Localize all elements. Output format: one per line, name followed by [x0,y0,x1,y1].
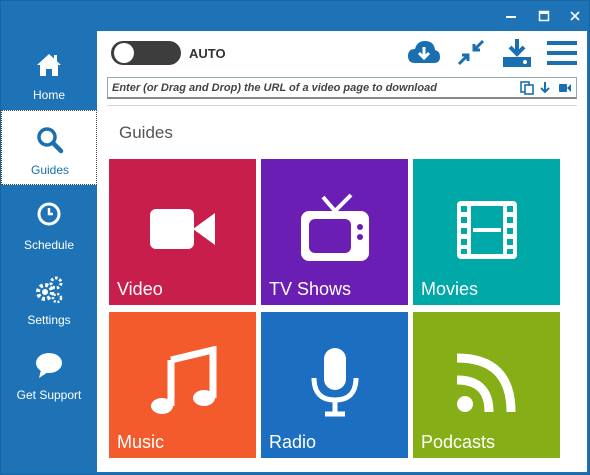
tile-label: Movies [421,279,479,299]
sidebar-item-home[interactable]: Home [1,36,97,111]
minimize-icon [506,16,516,18]
download-tray-icon[interactable] [500,37,534,69]
sidebar-item-schedule[interactable]: Schedule [1,186,97,261]
minimize-button[interactable] [501,7,521,25]
cloud-download-icon[interactable] [407,37,441,69]
page-title: Guides [119,123,173,142]
maximize-icon [538,10,550,22]
paste-icon[interactable] [520,81,534,95]
video-camera-icon [150,209,215,249]
film-icon [457,201,517,259]
sidebar-item-label: Home [32,88,65,102]
divider [107,105,577,106]
app-window: Home Guides Schedule Settings Get Suppor… [0,0,590,475]
tile-radio[interactable]: Radio [261,312,408,458]
sidebar-item-label: Get Support [16,388,82,402]
sidebar-item-guides[interactable]: Guides [1,110,97,185]
maximize-button[interactable] [534,7,554,25]
video-camera-icon[interactable] [558,81,572,95]
collapse-icon[interactable] [454,37,488,69]
sidebar-item-label: Schedule [23,238,75,252]
title-bar [1,1,590,31]
chat-bubble-icon [36,353,62,378]
close-icon [570,11,580,21]
download-arrow-icon[interactable] [538,81,552,95]
tile-label: Podcasts [421,432,496,452]
rss-icon [456,353,516,413]
tile-label: Music [117,432,165,452]
sidebar-item-settings[interactable]: Settings [1,261,97,336]
tile-video[interactable]: Video [109,159,256,305]
menu-icon[interactable] [545,37,579,69]
tile-label: Radio [269,432,317,452]
tile-music[interactable]: Music [109,312,256,458]
tile-label: Video [117,279,163,299]
gears-icon [36,276,63,304]
tile-label: TV Shows [269,279,352,299]
auto-label: AUTO [189,46,226,61]
main-panel: AUTO Enter (or Drag and Drop) the URL of… [97,31,587,472]
auto-toggle[interactable] [111,41,181,65]
toggle-knob [114,43,134,63]
tile-podcasts[interactable]: Podcasts [413,312,560,458]
url-input[interactable] [112,80,512,96]
clock-icon [37,202,61,226]
microphone-icon [311,348,359,417]
sidebar-item-label: Settings [27,313,71,327]
tile-movies[interactable]: Movies [413,159,560,305]
home-icon [37,54,61,76]
tile-tv-shows[interactable]: TV Shows [261,159,408,305]
sidebar-item-get-support[interactable]: Get Support [1,336,97,411]
tv-icon [301,193,369,261]
sidebar-item-label: Guides [30,163,70,177]
close-button[interactable] [565,7,585,25]
search-icon [37,127,64,154]
toolbar: AUTO [97,31,587,75]
url-bar [107,77,577,99]
music-note-icon [151,346,217,414]
sidebar: Home Guides Schedule Settings Get Suppor… [1,31,97,475]
